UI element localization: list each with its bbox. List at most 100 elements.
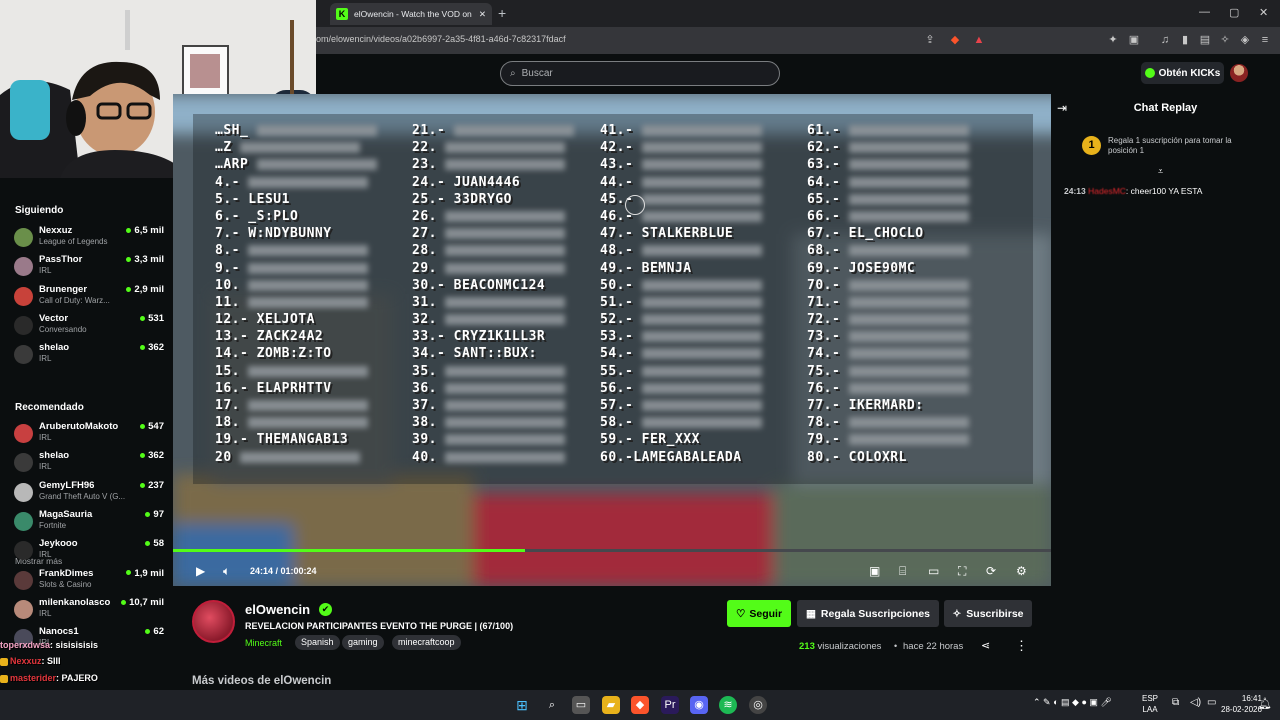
- playback-speed-icon[interactable]: ⟳: [986, 564, 996, 578]
- channel-category: Call of Duty: Warz...: [39, 295, 110, 305]
- sidebar-channel[interactable]: GemyLFH96 Grand Theft Auto V (G... 237: [14, 480, 164, 508]
- participant-entry: 75.-: [807, 363, 841, 379]
- leo-ai-icon[interactable]: ✧: [1218, 33, 1232, 47]
- live-dot-icon: [145, 511, 151, 517]
- participant-entry: 13.- ZACK24A2: [215, 329, 324, 345]
- wallet-icon[interactable]: ▤: [1198, 33, 1212, 47]
- cursor-ring: [625, 195, 645, 215]
- tag-minecraftcoop[interactable]: minecraftcoop: [392, 635, 461, 650]
- chat-username[interactable]: HadesMC: [1088, 186, 1126, 196]
- redacted-name: [248, 417, 369, 429]
- expand-banner-icon[interactable]: ⩡: [1158, 166, 1163, 177]
- search-input[interactable]: ⌕ Buscar: [500, 61, 780, 86]
- redacted-name: [256, 159, 377, 171]
- participant-entry: 61.-: [807, 123, 841, 138]
- notifications-icon[interactable]: 🔔︎: [1258, 697, 1272, 710]
- participant-row: 15.: [215, 364, 377, 381]
- sidebar-channel[interactable]: MagaSauria Fortnite 97: [14, 509, 164, 537]
- participant-row: 29.: [412, 261, 574, 278]
- channel-category: League of Legends: [39, 237, 108, 246]
- channel-name[interactable]: elOwencin: [245, 602, 310, 617]
- sidebar-toggle-icon[interactable]: ▮: [1178, 33, 1192, 47]
- participant-row: 6.- _S:PLO: [215, 209, 377, 226]
- premiere-icon[interactable]: Pr: [661, 696, 679, 714]
- tag-gaming[interactable]: gaming: [342, 635, 384, 650]
- participant-row: 64.-: [807, 175, 969, 192]
- taskbar-search-icon[interactable]: ⌕: [543, 696, 561, 714]
- screenshot-icon[interactable]: ▣: [1127, 33, 1141, 47]
- clip-icon[interactable]: ⌸: [899, 564, 906, 579]
- gift-subs-button[interactable]: ▦ Regala Suscripciones: [797, 600, 939, 627]
- channel-category: IRL: [39, 462, 52, 472]
- star-icon: ✧: [952, 607, 962, 620]
- participant-row: 67.- EL_CHOCLO: [807, 226, 969, 243]
- maximize-icon[interactable]: ▢: [1229, 6, 1239, 19]
- channel-category: IRL: [39, 266, 52, 276]
- battery-icon[interactable]: ▭: [1207, 697, 1216, 708]
- media-icon[interactable]: ♫: [1158, 33, 1172, 47]
- video-player[interactable]: …SH_ …Z …ARP 4.- 5.- LESU1 6.- _S:PLO 7.- …: [173, 94, 1051, 586]
- subscribe-button[interactable]: ✧ Suscribirse: [944, 600, 1032, 627]
- fullscreen-icon[interactable]: ⛶: [958, 564, 966, 579]
- participant-column: …SH_ …Z …ARP 4.- 5.- LESU1 6.- _S:PLO 7.- …: [215, 123, 377, 467]
- sidebar-channel[interactable]: Nexxuz League of Legends 6,5 mil: [14, 225, 164, 253]
- tag-spanish[interactable]: Spanish: [295, 635, 340, 650]
- sidebar-channel[interactable]: shelao IRL 362: [14, 342, 164, 370]
- participant-row: 44.-: [600, 175, 762, 192]
- user-avatar[interactable]: [1230, 64, 1248, 82]
- category-link[interactable]: Minecraft: [245, 638, 282, 648]
- start-icon[interactable]: ⊞: [513, 696, 531, 714]
- following-heading: Siguiendo: [15, 205, 64, 216]
- settings-icon[interactable]: ⚙: [1016, 564, 1027, 578]
- browser-tab[interactable]: K elOwencin - Watch the VOD on ✕: [330, 3, 492, 25]
- system-tray[interactable]: ⌃ ✎ ◐ ▤ ◆ ● ▣ 🎤︎: [1033, 697, 1112, 708]
- spotify-icon[interactable]: ≋: [719, 696, 737, 714]
- close-tab-icon[interactable]: ✕: [479, 9, 486, 20]
- file-explorer-icon[interactable]: ▰: [602, 696, 620, 714]
- network-icon[interactable]: ⧉: [1172, 697, 1179, 708]
- share-page-icon[interactable]: ⇪: [923, 33, 937, 47]
- sidebar-channel[interactable]: Jeykooo IRL 58: [14, 538, 164, 566]
- sub-gift-banner[interactable]: 1 Regala 1 suscripción para tomar la pos…: [1082, 133, 1252, 158]
- window-close-icon[interactable]: ✕: [1259, 6, 1268, 19]
- sidebar-channel[interactable]: PassThor IRL 3,3 mil: [14, 254, 164, 282]
- play-icon[interactable]: ▶: [196, 564, 205, 578]
- miniplayer-icon[interactable]: ▣: [869, 564, 880, 578]
- url-field[interactable]: om/elowencin/videos/a02b6997-2a35-4f81-a…: [316, 34, 566, 44]
- extensions-icon[interactable]: ✦: [1106, 33, 1120, 47]
- channel-category: IRL: [39, 354, 52, 364]
- obs-icon[interactable]: ◎: [749, 696, 767, 714]
- share-icon[interactable]: ⋖: [981, 639, 990, 652]
- participant-row: 56.-: [600, 381, 762, 398]
- task-view-icon[interactable]: ▭: [572, 696, 590, 714]
- clock[interactable]: 16:41 28-02-2026: [1221, 693, 1262, 715]
- minimize-icon[interactable]: —: [1199, 6, 1210, 18]
- redacted-name: [453, 125, 574, 136]
- input-language[interactable]: ESP LAA: [1142, 693, 1158, 715]
- sidebar-channel[interactable]: Brunenger Call of Duty: Warz... 2,9 mil: [14, 284, 164, 312]
- more-options-icon[interactable]: ⋮: [1015, 638, 1028, 654]
- brave-shield-icon[interactable]: ◆: [948, 33, 962, 47]
- brave-rewards-icon[interactable]: ▲: [972, 33, 986, 47]
- new-tab-button[interactable]: +: [498, 5, 506, 21]
- volume-icon[interactable]: 🔈︎: [223, 564, 230, 579]
- sidebar-channel[interactable]: milenkanolasco IRL 10,7 mil: [14, 597, 164, 625]
- sidebar-channel[interactable]: shelao IRL 362: [14, 450, 164, 478]
- participant-row: 37.: [412, 398, 574, 415]
- sidebar-channel[interactable]: AruberutoMakoto IRL 547: [14, 421, 164, 449]
- speaker-icon[interactable]: ◁): [1190, 697, 1201, 708]
- get-kicks-button[interactable]: Obtén KICKs: [1141, 62, 1224, 84]
- viewer-count-value: 1,9 mil: [134, 567, 164, 579]
- brave-browser-icon[interactable]: ◆: [631, 696, 649, 714]
- theater-mode-icon[interactable]: ▭: [928, 564, 939, 578]
- participant-entry: 69.- JOSE90MC: [807, 260, 916, 276]
- participant-row: 19.- THEMANGAB13: [215, 432, 377, 449]
- sidebar-channel[interactable]: FrankDimes Slots & Casino 1,9 mil: [14, 568, 164, 596]
- discord-icon[interactable]: ◉: [690, 696, 708, 714]
- vpn-icon[interactable]: ◈: [1238, 33, 1252, 47]
- sidebar-channel[interactable]: Vector Conversando 531: [14, 313, 164, 341]
- follow-button[interactable]: ♡ Seguir: [727, 600, 791, 627]
- menu-icon[interactable]: ≡: [1258, 33, 1272, 47]
- channel-avatar[interactable]: [192, 600, 235, 643]
- participant-row: 23.: [412, 157, 574, 174]
